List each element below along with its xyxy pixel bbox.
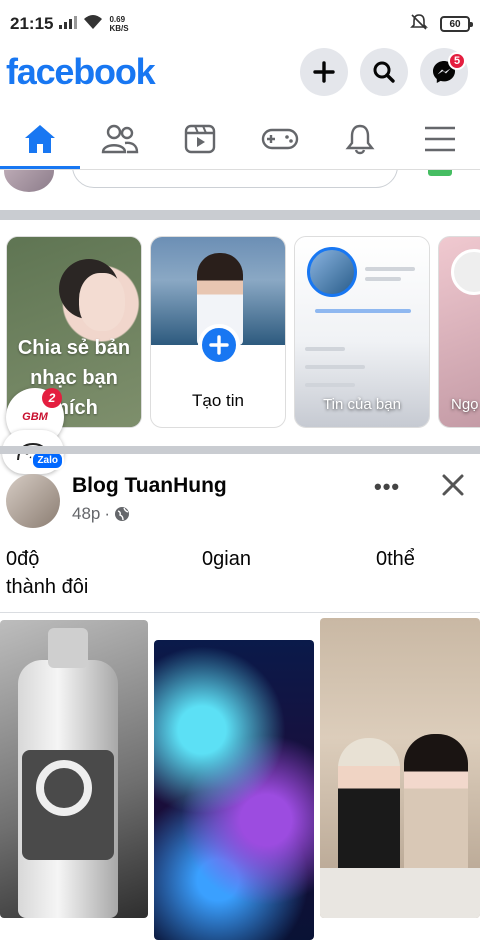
post-composer [0, 170, 480, 210]
messenger-button[interactable]: 5 [420, 48, 468, 96]
create-button[interactable] [300, 48, 348, 96]
tab-home[interactable] [0, 108, 80, 169]
story-create-label: Tạo tin [192, 391, 244, 410]
close-icon[interactable] [438, 470, 468, 505]
post-time[interactable]: 48p [72, 504, 100, 524]
chat-head-badge: 2 [42, 388, 62, 408]
add-story-icon[interactable] [198, 324, 240, 366]
gaming-icon [261, 128, 299, 149]
tab-gaming[interactable] [240, 108, 320, 169]
avatar[interactable] [6, 474, 60, 528]
hamburger-menu-icon [425, 126, 455, 151]
story-next-card[interactable]: Ngọ [438, 236, 480, 428]
photo-icon[interactable] [428, 170, 452, 176]
friends-icon [101, 124, 139, 153]
signal-icon [59, 14, 78, 34]
status-bar: 21:15 0.69 KB/S 60 [0, 0, 480, 48]
post-image-galaxy[interactable] [154, 640, 314, 940]
battery-icon: 60 [440, 16, 473, 32]
stories-tray: Chia sẻ bản nhạc bạn thích Tạo tin Tin c… [6, 236, 480, 428]
globe-icon [115, 507, 130, 521]
meta-separator: · [104, 504, 111, 523]
post-header: Blog TuanHung 48p · ••• [0, 470, 480, 532]
tab-friends[interactable] [80, 108, 160, 169]
home-icon [25, 124, 55, 153]
main-nav [0, 108, 480, 170]
post-meta: 48p · [72, 504, 130, 524]
more-options-icon[interactable]: ••• [374, 474, 400, 500]
facebook-logo[interactable]: facebook [6, 51, 156, 93]
post-image-couple[interactable] [320, 618, 480, 918]
app-header: facebook 5 [0, 48, 480, 96]
avatar [451, 249, 480, 295]
avatar [307, 247, 357, 297]
mute-bell-icon [410, 13, 428, 36]
tab-watch[interactable] [160, 108, 240, 169]
whats-on-your-mind-input[interactable] [72, 170, 398, 188]
wifi-icon [83, 14, 103, 35]
plus-icon [313, 61, 335, 83]
status-time: 21:15 [10, 14, 54, 33]
section-divider [0, 210, 480, 220]
post-author[interactable]: Blog TuanHung [72, 474, 227, 498]
search-button[interactable] [360, 48, 408, 96]
search-icon [373, 61, 395, 83]
story-yours-label: Tin của bạn [323, 396, 401, 413]
network-speed: 0.69 KB/S [109, 15, 129, 33]
section-divider [0, 446, 480, 454]
avatar[interactable] [4, 170, 54, 192]
post-image-bottle[interactable] [0, 620, 148, 918]
story-next-label: Ngọ [451, 396, 479, 413]
tab-menu[interactable] [400, 108, 480, 169]
bell-icon [345, 124, 375, 154]
gbm-logo: GBM [22, 411, 48, 423]
tab-notifications[interactable] [320, 108, 400, 169]
divider [0, 612, 480, 613]
messenger-badge: 5 [448, 52, 466, 70]
post-text: 0độ 0gian 0thể thành đôi [6, 548, 415, 598]
story-create-card[interactable]: Tạo tin [150, 236, 286, 428]
watch-icon [184, 124, 216, 153]
story-yours-card[interactable]: Tin của bạn [294, 236, 430, 428]
